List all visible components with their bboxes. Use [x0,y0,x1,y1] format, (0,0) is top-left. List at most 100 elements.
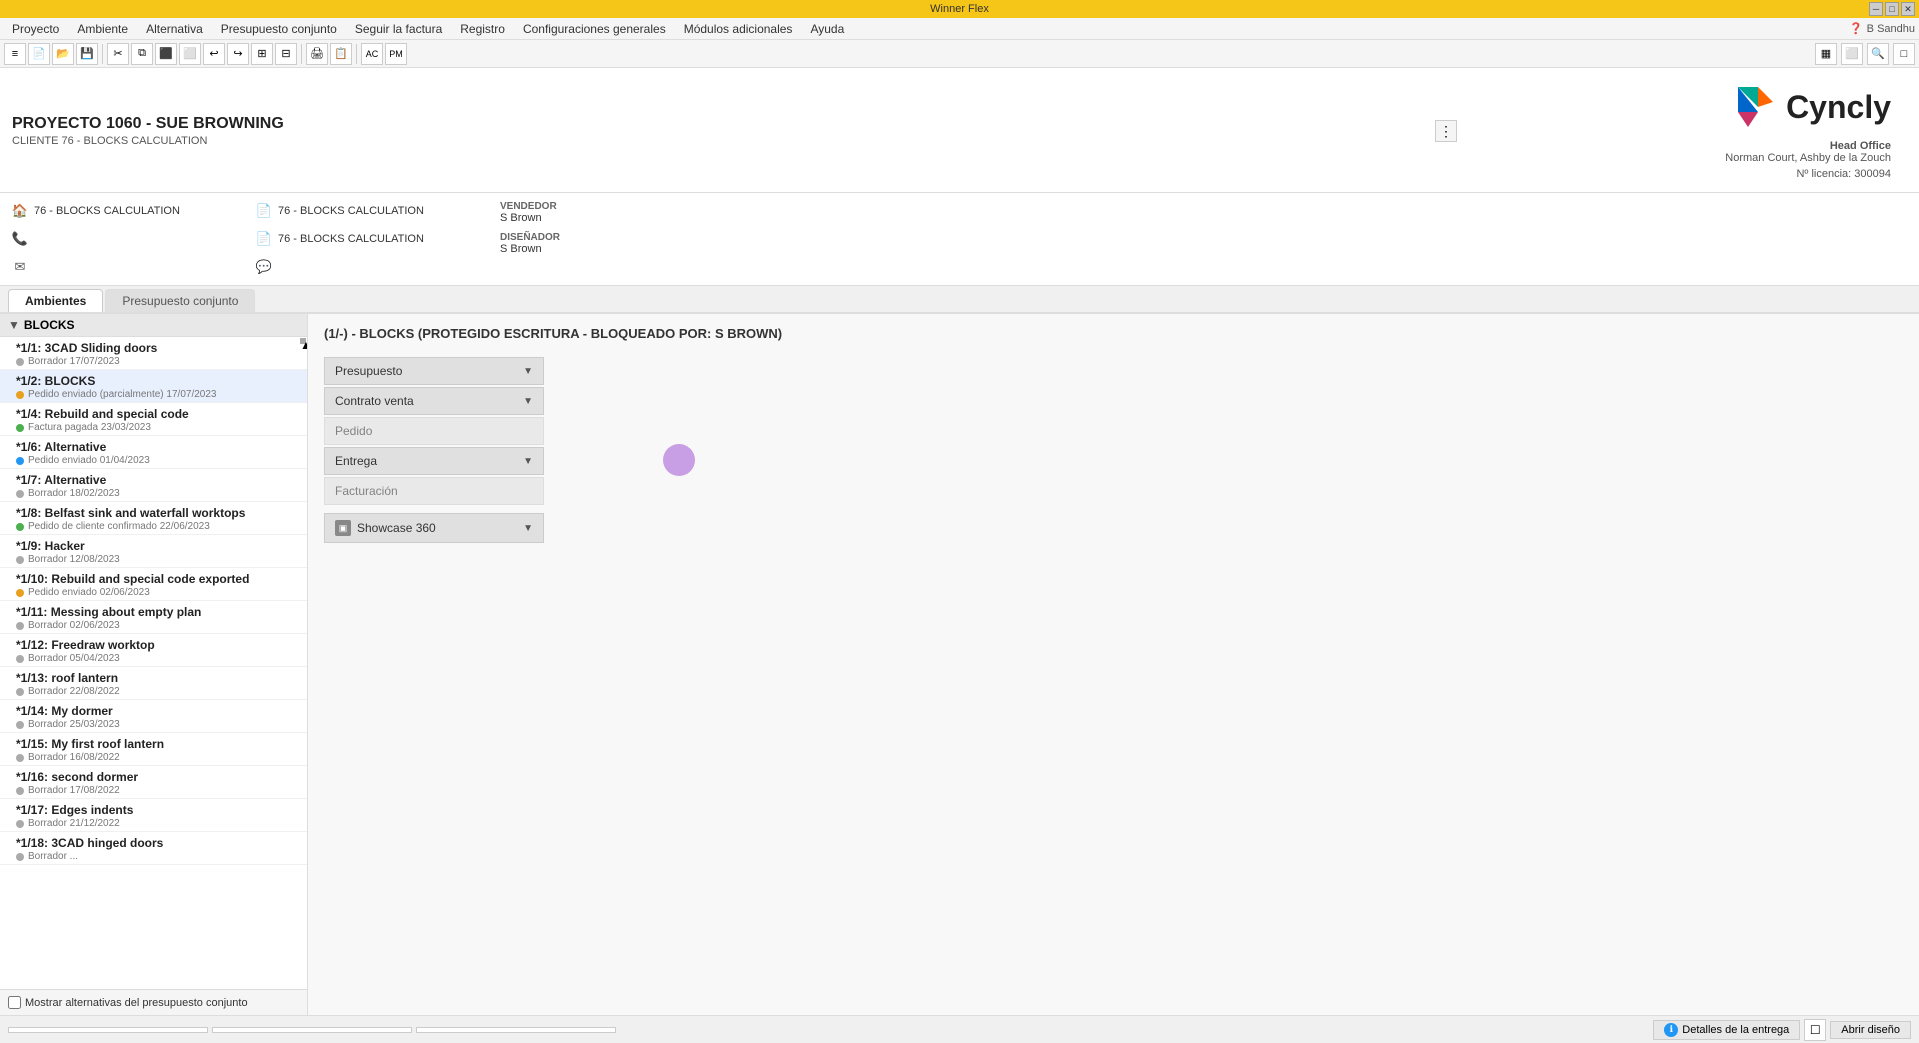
sidebar-item-11-subtitle: Borrador 22/08/2022 [16,686,299,697]
sidebar-item-8-date: Pedido enviado 02/06/2023 [28,587,150,598]
toolbar-btn-copy[interactable]: ⧉ [131,43,153,65]
status-dot-12 [16,721,24,729]
sidebar-item-1[interactable]: *1/1: 3CAD Sliding doors Borrador 17/07/… [0,337,307,370]
status-card-contrato[interactable]: Contrato venta ▼ [324,387,544,415]
sidebar-item-15-date: Borrador 21/12/2022 [28,818,120,829]
toolbar-btn-zoom[interactable]: 🔍 [1867,43,1889,65]
sidebar-item-8[interactable]: *1/10: Rebuild and special code exported… [0,568,307,601]
toolbar-btn-7[interactable]: ↩ [203,43,225,65]
toolbar-btn-grid[interactable]: ▦ [1815,43,1837,65]
sidebar-item-6[interactable]: *1/8: Belfast sink and waterfall worktop… [0,502,307,535]
toolbar-btn-cut[interactable]: ✂ [107,43,129,65]
info-phone-row: 📞 [12,229,252,249]
maximize-button[interactable]: □ [1885,2,1899,16]
phone-icon: 📞 [12,231,28,247]
toolbar-btn-print2[interactable]: 📋 [330,43,352,65]
show-alternatives-checkbox[interactable] [8,996,21,1009]
sidebar-item-16[interactable]: *1/18: 3CAD hinged doors Borrador ... [0,832,307,865]
sidebar-item-14-subtitle: Borrador 17/08/2022 [16,785,299,796]
status-card-contrato-label: Contrato venta [335,394,414,408]
status-card-entrega[interactable]: Entrega ▼ [324,447,544,475]
vendedor-value: S Brown [500,212,700,224]
sidebar-item-15-subtitle: Borrador 21/12/2022 [16,818,299,829]
sidebar-item-13[interactable]: *1/15: My first roof lantern Borrador 16… [0,733,307,766]
bottom-status-2 [212,1027,412,1033]
bottom-status-1 [8,1027,208,1033]
tab-bar: Ambientes Presupuesto conjunto [0,286,1919,314]
sidebar-item-6-title: *1/8: Belfast sink and waterfall worktop… [16,506,299,520]
toolbar-btn-pm[interactable]: PM [385,43,407,65]
sidebar-item-6-date: Pedido de cliente confirmado 22/06/2023 [28,521,210,532]
status-card-presupuesto[interactable]: Presupuesto ▼ [324,357,544,385]
sidebar-item-14[interactable]: *1/16: second dormer Borrador 17/08/2022 [0,766,307,799]
vendedor-label: VENDEDOR [500,201,700,212]
menu-proyecto[interactable]: Proyecto [4,20,67,38]
more-options-button[interactable]: ⋮ [1435,120,1457,142]
menu-modulos[interactable]: Módulos adicionales [676,20,801,38]
sidebar-item-4[interactable]: *1/6: Alternative Pedido enviado 01/04/2… [0,436,307,469]
toolbar-btn-open[interactable]: 📂 [52,43,74,65]
close-button[interactable]: ✕ [1901,2,1915,16]
sidebar-item-14-date: Borrador 17/08/2022 [28,785,120,796]
sidebar-scroll[interactable]: *1/1: 3CAD Sliding doors Borrador 17/07/… [0,337,307,989]
menu-registro[interactable]: Registro [452,20,513,38]
checkbox-btn[interactable]: ☐ [1804,1019,1826,1041]
info-left: 🏠 76 - BLOCKS CALCULATION 📞 ✉ 📄 76 - BLO… [0,193,1919,285]
status-dot-14 [16,787,24,795]
sidebar-item-11[interactable]: *1/13: roof lantern Borrador 22/08/2022 [0,667,307,700]
status-dot-6 [16,523,24,531]
sidebar-item-3[interactable]: *1/4: Rebuild and special code Factura p… [0,403,307,436]
head-office-label: Head Office [1830,140,1891,152]
sidebar-item-3-subtitle: Factura pagada 23/03/2023 [16,422,299,433]
toolbar-btn-8[interactable]: ↪ [227,43,249,65]
sidebar-item-5[interactable]: *1/7: Alternative Borrador 18/02/2023 [0,469,307,502]
user-label: B Sandhu [1867,23,1915,35]
main-container: PROYECTO 1060 - SUE BROWNING CLIENTE 76 … [0,68,1919,1043]
toolbar-btn-1[interactable]: ≡ [4,43,26,65]
open-design-label: Abrir diseño [1841,1024,1900,1036]
info-chat-row: 💬 [256,257,496,277]
menu-presupuesto-conjunto[interactable]: Presupuesto conjunto [213,20,345,38]
sidebar-item-13-title: *1/15: My first roof lantern [16,737,299,751]
sidebar-item-13-date: Borrador 16/08/2022 [28,752,120,763]
toolbar-btn-new[interactable]: 📄 [28,43,50,65]
open-design-button[interactable]: Abrir diseño [1830,1021,1911,1039]
tab-presupuesto[interactable]: Presupuesto conjunto [105,289,255,312]
menu-configuraciones[interactable]: Configuraciones generales [515,20,674,38]
menu-seguir-factura[interactable]: Seguir la factura [347,20,450,38]
menu-alternativa[interactable]: Alternativa [138,20,211,38]
toolbar-btn-10[interactable]: ⊟ [275,43,297,65]
show-alternatives-checkbox-label[interactable]: Mostrar alternativas del presupuesto con… [8,996,299,1009]
status-dot-2 [16,391,24,399]
delivery-details-button[interactable]: ℹ Detalles de la entrega [1653,1020,1800,1040]
sidebar-item-9[interactable]: *1/11: Messing about empty plan Borrador… [0,601,307,634]
showcase-card[interactable]: ▣ Showcase 360 ▼ [324,513,544,543]
toolbar-btn-r1[interactable]: □ [1893,43,1915,65]
menu-ayuda[interactable]: Ayuda [802,20,852,38]
scroll-up-btn[interactable]: ▲ [300,338,306,344]
status-dot-10 [16,655,24,663]
tab-ambientes[interactable]: Ambientes [8,289,103,312]
toolbar-btn-save[interactable]: 💾 [76,43,98,65]
sidebar-item-4-date: Pedido enviado 01/04/2023 [28,455,150,466]
sidebar-collapse-icon[interactable]: ▼ [8,318,20,332]
toolbar-btn-5[interactable]: ⬛ [155,43,177,65]
bottom-status-section [8,1027,1649,1033]
sidebar-item-7[interactable]: *1/9: Hacker Borrador 12/08/2023 [0,535,307,568]
toolbar-right: ▦ ⬜ 🔍 □ [1815,43,1915,65]
toolbar-btn-6[interactable]: ⬜ [179,43,201,65]
status-dot-1 [16,358,24,366]
minimize-button[interactable]: ─ [1869,2,1883,16]
sidebar-item-15[interactable]: *1/17: Edges indents Borrador 21/12/2022 [0,799,307,832]
sidebar-item-10[interactable]: *1/12: Freedraw worktop Borrador 05/04/2… [0,634,307,667]
project-header: PROYECTO 1060 - SUE BROWNING CLIENTE 76 … [0,68,1919,193]
toolbar-btn-9[interactable]: ⊞ [251,43,273,65]
toolbar-btn-print[interactable]: 🖨 [306,43,328,65]
toolbar-btn-ac[interactable]: AC [361,43,383,65]
menu-ambiente[interactable]: Ambiente [69,20,136,38]
toolbar-btn-window[interactable]: ⬜ [1841,43,1863,65]
title-bar-text: Winner Flex [930,3,989,15]
sidebar-item-12[interactable]: *1/14: My dormer Borrador 25/03/2023 [0,700,307,733]
toolbar-sep-2 [301,44,302,64]
sidebar-item-2[interactable]: *1/2: BLOCKS Pedido enviado (parcialment… [0,370,307,403]
